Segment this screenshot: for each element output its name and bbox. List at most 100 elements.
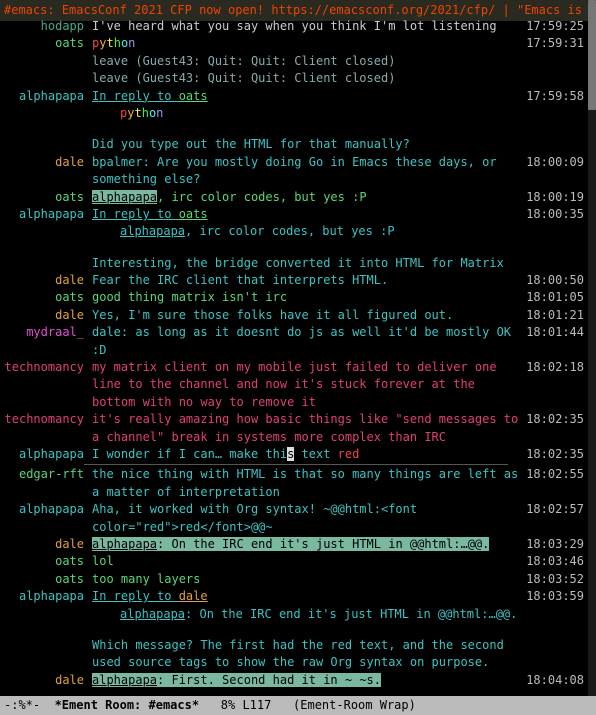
message-row: alphapapa, irc color codes, but yes :P — [0, 223, 588, 240]
message-body: lol — [88, 553, 524, 570]
nick: oats — [4, 571, 88, 588]
message-row: dalebpalmer: Are you mostly doing Go in … — [0, 154, 588, 189]
message-row: oatspython17:59:31 — [0, 35, 588, 52]
message-row: alphapapa: On the IRC end it's just HTML… — [0, 606, 588, 623]
nick: alphapapa — [4, 88, 88, 105]
timestamp: 18:00:09 — [524, 154, 584, 171]
timestamp: 18:02:18 — [524, 359, 584, 376]
scrollbar-thumb[interactable] — [588, 0, 596, 110]
message-body: Did you type out the HTML for that manua… — [88, 136, 524, 153]
message-body: Fear the IRC client that interprets HTML… — [88, 272, 524, 289]
timestamp: 18:03:46 — [524, 553, 584, 570]
nick: alphapapa — [4, 206, 88, 223]
message-row: technomancyit's really amazing how basic… — [0, 411, 588, 446]
timestamp: 18:03:29 — [524, 536, 584, 553]
nick: oats — [4, 289, 88, 306]
message-body: Which message? The first had the red tex… — [88, 637, 524, 672]
nick: alphapapa — [4, 501, 88, 518]
message-body: Yes, I'm sure those folks have it all fi… — [88, 307, 524, 324]
message-body: In reply to oats — [88, 88, 524, 105]
message-body: my matrix client on my mobile just faile… — [88, 359, 524, 411]
message-body: I've heard what you say when you think I… — [88, 18, 524, 35]
message-row: mydraal_dale: as long as it doesnt do js… — [0, 324, 588, 359]
message-row: daleYes, I'm sure those folks have it al… — [0, 307, 588, 324]
message-body: python — [88, 105, 524, 122]
modeline: -:%*- *Ement Room: #emacs* 8% L117 (Emen… — [0, 696, 596, 715]
message-row: alphapapaI wonder if I can… make this te… — [0, 446, 588, 463]
message-body: leave (Guest43: Quit: Quit: Client close… — [88, 70, 524, 87]
message-body: alphapapa: First. Second had it in ~ ~s. — [88, 672, 524, 689]
nick: dale — [4, 272, 88, 289]
timestamp: 18:00:35 — [524, 206, 584, 223]
scrollbar[interactable] — [588, 0, 596, 697]
message-row: Which message? The first had the red tex… — [0, 637, 588, 672]
message-row: technomancymy matrix client on my mobile… — [0, 359, 588, 411]
message-body: I wonder if I can… make this text red — [88, 446, 524, 463]
message-row: dalealphapapa: On the IRC end it's just … — [0, 536, 588, 553]
message-row: dalealphapapa: First. Second had it in ~… — [0, 672, 588, 689]
nick: oats — [4, 35, 88, 52]
message-body: too many layers — [88, 571, 524, 588]
timestamp: 18:02:35 — [524, 446, 584, 463]
message-row: alphapapaAha, it worked with Org syntax!… — [0, 501, 588, 536]
nick: dale — [4, 672, 88, 689]
message-body: alphapapa, irc color codes, but yes :P — [88, 189, 524, 206]
message-row: leave (Guest43: Quit: Quit: Client close… — [0, 70, 588, 87]
message-row: hodappI've heard what you say when you t… — [0, 18, 588, 35]
timestamp: 18:00:50 — [524, 272, 584, 289]
message-body: alphapapa, irc color codes, but yes :P — [88, 223, 524, 240]
nick: technomancy — [4, 411, 88, 428]
timestamp: 18:03:52 — [524, 571, 584, 588]
timestamp: 18:00:19 — [524, 189, 584, 206]
nick: oats — [4, 189, 88, 206]
nick: dale — [4, 154, 88, 171]
nick: oats — [4, 553, 88, 570]
message-body: In reply to dale — [88, 588, 524, 605]
message-row: alphapapaIn reply to oats17:59:58 — [0, 88, 588, 105]
message-list: hodappI've heard what you say when you t… — [0, 18, 588, 697]
timestamp: 18:02:35 — [524, 411, 584, 428]
timestamp: 18:01:05 — [524, 289, 584, 306]
message-row: alphapapaIn reply to oats18:00:35 — [0, 206, 588, 223]
message-row: Interesting, the bridge converted it int… — [0, 255, 588, 272]
message-row: edgar-rftthe nice thing with HTML is tha… — [0, 466, 588, 501]
message-body: good thing matrix isn't irc — [88, 289, 524, 306]
message-body: In reply to oats — [88, 206, 524, 223]
nick: alphapapa — [4, 446, 88, 463]
message-row: oatsgood thing matrix isn't irc18:01:05 — [0, 289, 588, 306]
message-row: oatslol18:03:46 — [0, 553, 588, 570]
nick: mydraal_ — [4, 324, 88, 341]
message-body: the nice thing with HTML is that so many… — [88, 466, 524, 501]
message-row: Did you type out the HTML for that manua… — [0, 136, 588, 153]
message-body: Interesting, the bridge converted it int… — [88, 255, 524, 272]
nick: technomancy — [4, 359, 88, 376]
message-body: it's really amazing how basic things lik… — [88, 411, 524, 446]
message-row: alphapapaIn reply to dale18:03:59 — [0, 588, 588, 605]
message-body: python — [88, 35, 524, 52]
timestamp: 18:01:44 — [524, 324, 584, 341]
message-row: daleFear the IRC client that interprets … — [0, 272, 588, 289]
timestamp: 18:04:08 — [524, 672, 584, 689]
message-body: Aha, it worked with Org syntax! ~@@html:… — [88, 501, 524, 536]
read-marker — [84, 464, 508, 465]
timestamp: 18:02:55 — [524, 466, 584, 483]
nick: dale — [4, 536, 88, 553]
message-row: oatstoo many layers18:03:52 — [0, 571, 588, 588]
message-body: bpalmer: Are you mostly doing Go in Emac… — [88, 154, 524, 189]
timestamp: 17:59:58 — [524, 88, 584, 105]
nick: dale — [4, 307, 88, 324]
message-body: alphapapa: On the IRC end it's just HTML… — [88, 536, 524, 553]
timestamp: 18:03:59 — [524, 588, 584, 605]
timestamp: 18:01:21 — [524, 307, 584, 324]
message-body: leave (Guest43: Quit: Quit: Client close… — [88, 53, 524, 70]
message-row: leave (Guest43: Quit: Quit: Client close… — [0, 53, 588, 70]
nick: hodapp — [4, 18, 88, 35]
message-body: dale: as long as it doesnt do js as well… — [88, 324, 524, 359]
timestamp: 17:59:31 — [524, 35, 584, 52]
message-body: alphapapa: On the IRC end it's just HTML… — [88, 606, 524, 623]
nick: alphapapa — [4, 588, 88, 605]
timestamp: 18:02:57 — [524, 501, 584, 518]
message-row: python — [0, 105, 588, 122]
message-row: oatsalphapapa, irc color codes, but yes … — [0, 189, 588, 206]
nick: edgar-rft — [4, 466, 88, 483]
